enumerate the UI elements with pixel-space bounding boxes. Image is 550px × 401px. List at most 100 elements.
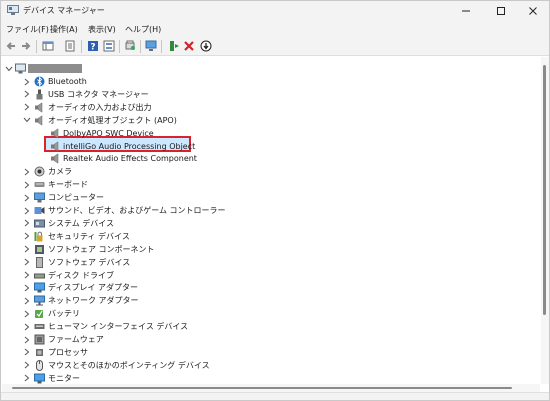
tree-category-row[interactable]: オーディオ処理オブジェクト (APO) bbox=[2, 114, 540, 127]
properties-icon bbox=[65, 40, 75, 52]
chevron-right-icon bbox=[24, 181, 30, 189]
speaker-icon bbox=[35, 102, 43, 113]
chevron-right-icon bbox=[24, 361, 30, 369]
menu-file[interactable]: ファイル(F) bbox=[6, 24, 49, 35]
tree-category-row[interactable]: サウンド、ビデオ、およびゲーム コントローラー bbox=[2, 204, 540, 217]
chevron-right-icon bbox=[24, 271, 30, 279]
tree-category-row[interactable]: プロセッサ bbox=[2, 346, 540, 359]
vertical-scrollbar[interactable] bbox=[541, 57, 549, 384]
computer-icon bbox=[15, 63, 26, 74]
tree-category-row[interactable]: ディスク ドライブ bbox=[2, 269, 540, 282]
chevron-right-icon bbox=[24, 297, 30, 305]
expand-chevron[interactable] bbox=[23, 245, 31, 254]
console-tree-button[interactable] bbox=[41, 39, 55, 53]
tree-category-row[interactable]: セキュリティ デバイス bbox=[2, 230, 540, 243]
tree-category-row[interactable]: マウスとそのほかのポインティング デバイス bbox=[2, 359, 540, 372]
back-button[interactable] bbox=[4, 39, 18, 53]
update-driver-button[interactable] bbox=[199, 39, 213, 53]
tree-category-row[interactable]: ファームウェア bbox=[2, 333, 540, 346]
tree-category-row[interactable]: バッテリ bbox=[2, 307, 540, 320]
tree-category-row[interactable]: キーボード bbox=[2, 178, 540, 191]
uninstall-button[interactable] bbox=[182, 39, 196, 53]
tree-category-row[interactable]: USB コネクタ マネージャー bbox=[2, 88, 540, 101]
tree-category-row[interactable]: モニター bbox=[2, 372, 540, 384]
expand-chevron[interactable] bbox=[23, 322, 31, 331]
scan-hardware-icon bbox=[125, 40, 135, 50]
tree-category-row[interactable]: オーディオの入力および出力 bbox=[2, 101, 540, 114]
hid-icon bbox=[34, 324, 45, 330]
tree-item-label: ヒューマン インターフェイス デバイス bbox=[48, 322, 189, 332]
console-tree-icon bbox=[42, 41, 54, 51]
expand-chevron[interactable] bbox=[23, 180, 31, 189]
menu-help[interactable]: ヘルプ(H) bbox=[125, 24, 161, 35]
expand-chevron[interactable] bbox=[23, 296, 31, 305]
tree-category-row[interactable]: ディスプレイ アダプター bbox=[2, 281, 540, 294]
network-icon bbox=[34, 295, 45, 306]
tree-category-row[interactable]: コンピューター bbox=[2, 191, 540, 204]
tree-category-row[interactable]: システム デバイス bbox=[2, 217, 540, 230]
tree-item-label: intelliGo Audio Processing Object bbox=[63, 141, 196, 151]
tree-category-row[interactable]: Bluetooth bbox=[2, 75, 540, 88]
expand-chevron[interactable] bbox=[23, 271, 31, 280]
menu-action[interactable]: 操作(A) bbox=[50, 24, 78, 35]
tree-device-row[interactable]: DolbyAPO SWC Device bbox=[2, 127, 540, 140]
speaker-icon bbox=[51, 153, 59, 165]
tree-item-label: コンピューター bbox=[48, 193, 104, 203]
speaker-icon bbox=[51, 140, 59, 152]
chevron-right-icon bbox=[24, 78, 30, 85]
tree-category-row[interactable]: ソフトウェア デバイス bbox=[2, 256, 540, 269]
help-button[interactable]: ? bbox=[86, 39, 100, 53]
expand-chevron[interactable] bbox=[23, 206, 31, 215]
security-icon bbox=[34, 231, 43, 242]
expand-chevron[interactable] bbox=[23, 283, 31, 292]
enable-device-button[interactable] bbox=[167, 39, 181, 53]
expand-chevron[interactable] bbox=[23, 90, 31, 99]
disk-icon bbox=[34, 273, 45, 278]
print-button[interactable] bbox=[123, 39, 137, 53]
menu-view[interactable]: 表示(V) bbox=[88, 24, 116, 35]
toolbar-separator bbox=[81, 40, 82, 53]
speaker-icon bbox=[51, 127, 59, 139]
expand-chevron[interactable] bbox=[23, 309, 31, 318]
tree-item-label: キーボード bbox=[48, 180, 88, 190]
toolbar-separator bbox=[140, 40, 141, 53]
expand-chevron[interactable] bbox=[23, 219, 31, 228]
tree-device-row[interactable]: intelliGo Audio Processing Object bbox=[2, 140, 540, 153]
maximize-button[interactable] bbox=[484, 1, 518, 20]
forward-button[interactable] bbox=[19, 39, 33, 53]
tree-item-label: Bluetooth bbox=[48, 77, 87, 86]
expand-chevron[interactable] bbox=[23, 232, 31, 241]
horizontal-scroll-thumb[interactable] bbox=[12, 387, 512, 389]
expand-chevron[interactable] bbox=[23, 361, 31, 370]
expand-chevron[interactable] bbox=[23, 335, 31, 344]
collapse-chevron[interactable] bbox=[23, 116, 31, 125]
expand-chevron[interactable] bbox=[23, 193, 31, 202]
horizontal-scrollbar[interactable] bbox=[2, 384, 540, 392]
chevron-right-icon bbox=[24, 336, 30, 343]
tree-item-label: ソフトウェア デバイス bbox=[48, 257, 131, 267]
vertical-scroll-thumb[interactable] bbox=[543, 65, 546, 315]
tree-category-row[interactable]: ネットワーク アダプター bbox=[2, 294, 540, 307]
back-icon bbox=[6, 42, 15, 50]
scan-button[interactable] bbox=[144, 39, 158, 53]
close-button[interactable] bbox=[516, 1, 549, 20]
expand-chevron[interactable] bbox=[23, 77, 31, 86]
tree-device-row[interactable]: Realtek Audio Effects Component bbox=[2, 152, 540, 165]
collapse-chevron[interactable] bbox=[5, 64, 13, 73]
expand-chevron[interactable] bbox=[23, 258, 31, 267]
tree-category-row[interactable]: ヒューマン インターフェイス デバイス bbox=[2, 320, 540, 333]
expand-chevron[interactable] bbox=[23, 167, 31, 176]
tree-category-row[interactable]: ソフトウェア コンポーネント bbox=[2, 243, 540, 256]
expand-chevron[interactable] bbox=[23, 374, 31, 383]
tree-category-row[interactable]: カメラ bbox=[2, 165, 540, 178]
tree-item-label: ファームウェア bbox=[48, 335, 104, 344]
expand-chevron[interactable] bbox=[23, 348, 31, 357]
minimize-button[interactable] bbox=[449, 1, 483, 20]
expand-chevron[interactable] bbox=[23, 103, 31, 112]
tree-item-label: マウスとそのほかのポインティング デバイス bbox=[48, 360, 210, 370]
view-button[interactable] bbox=[102, 39, 116, 53]
tree-item-label: カメラ bbox=[48, 167, 72, 177]
bluetooth-icon bbox=[34, 76, 45, 87]
properties-button[interactable] bbox=[63, 39, 77, 53]
tree-root-row[interactable] bbox=[2, 62, 540, 75]
